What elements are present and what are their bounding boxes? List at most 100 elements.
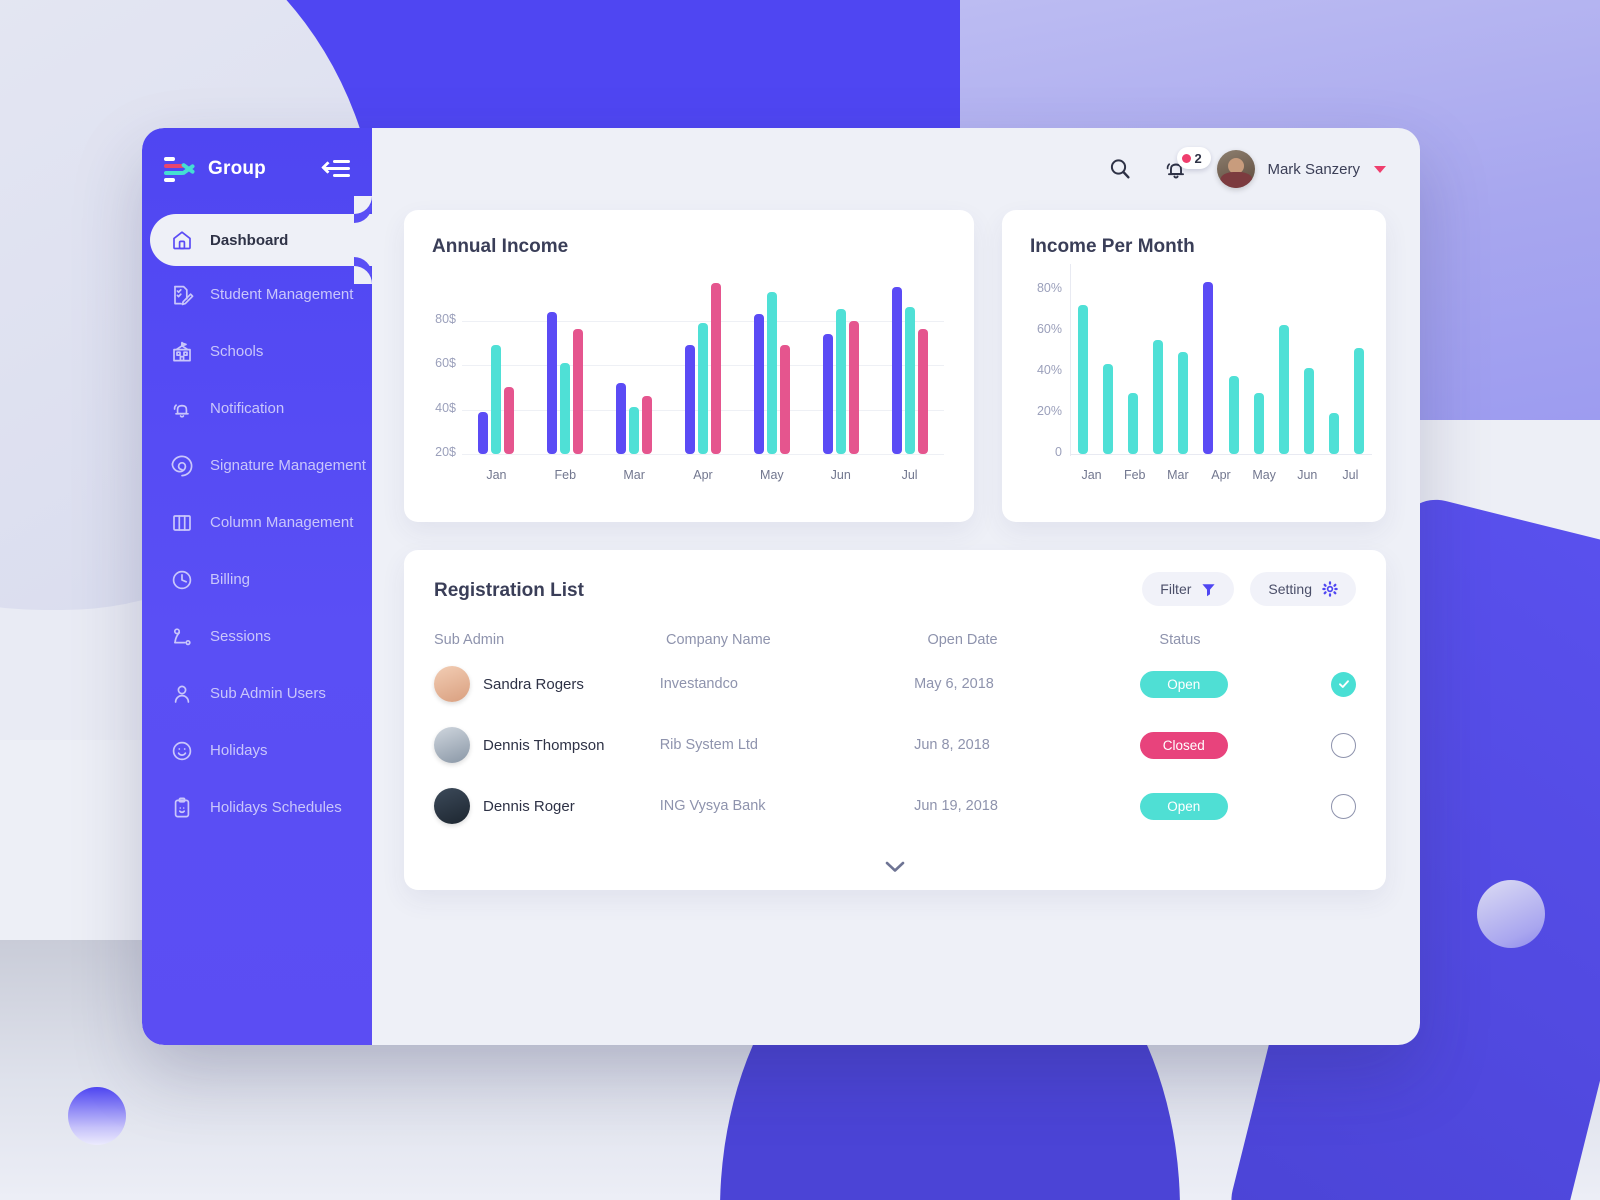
chart-bar — [1127, 392, 1138, 454]
table-row[interactable]: Dennis Thompson Rib System Ltd Jun 8, 20… — [404, 720, 1386, 770]
chart-bar — [629, 407, 640, 454]
sidebar-item-label: Student Management — [210, 286, 354, 303]
registration-list-card: Registration List Filter Setting Sub Adm… — [404, 550, 1386, 890]
sub-admin-name: Dennis Roger — [483, 797, 575, 815]
sidebar-item-billing[interactable]: Billing — [142, 551, 372, 608]
smiley-icon — [170, 739, 194, 763]
main-area: 2 Mark Sanzery Annual Income 80$ 60$ 40$ 20… — [372, 128, 1420, 1045]
user-icon — [170, 682, 194, 706]
chart-bar — [1278, 325, 1289, 454]
cell-status: Closed — [1139, 731, 1331, 759]
avatar — [434, 727, 470, 763]
table-row[interactable]: Dennis Roger ING Vysya Bank Jun 19, 2018… — [404, 781, 1386, 831]
clipboard-smiley-icon — [170, 796, 194, 820]
x-axis-tick: Feb — [1123, 468, 1146, 482]
chart-bar — [822, 333, 833, 454]
cell-open-date: May 6, 2018 — [914, 676, 994, 692]
group-logo-icon — [164, 155, 198, 183]
cell-open-date: Jun 8, 2018 — [914, 737, 990, 753]
x-axis-tick: Mar — [623, 468, 645, 482]
y-axis-tick: 40$ — [435, 400, 456, 415]
column-header-open-date: Open Date — [927, 632, 998, 648]
chart-bar — [698, 322, 708, 454]
bg-circle-medium — [1477, 880, 1545, 948]
chart-bar — [685, 344, 695, 454]
avatar — [434, 788, 470, 824]
annual-income-title: Annual Income — [432, 236, 569, 257]
sidebar-item-sessions[interactable]: Sessions — [142, 608, 372, 665]
chevron-down-icon[interactable] — [1374, 165, 1386, 173]
chart-bar — [560, 362, 571, 454]
y-axis-line — [1070, 264, 1071, 456]
bell-icon — [170, 397, 194, 421]
columns-icon — [170, 511, 194, 535]
sidebar-item-schools[interactable]: Schools — [142, 323, 372, 380]
status-badge[interactable]: Closed — [1139, 731, 1228, 759]
annual-income-chart: 80$ 60$ 40$ 20$ Jan Feb Mar Apr May Jun Jul — [404, 258, 974, 498]
sidebar-item-holidays[interactable]: Holidays — [142, 722, 372, 779]
collapse-sidebar-icon[interactable] — [321, 159, 350, 179]
x-axis-line — [1070, 454, 1372, 455]
x-axis-tick: Jan — [1081, 468, 1102, 482]
sidebar-item-label: Signature Management — [210, 457, 366, 474]
user-profile-menu[interactable]: Mark Sanzery — [1217, 150, 1386, 188]
brand-name: Group — [208, 158, 266, 179]
sidebar-item-notification[interactable]: Notification — [142, 380, 372, 437]
sidebar-item-sub-admin-users[interactable]: Sub Admin Users — [142, 665, 372, 722]
row-select-checkbox[interactable] — [1331, 793, 1357, 819]
annual-income-card: Annual Income 80$ 60$ 40$ 20$ Jan Feb Mar Apr Ma… — [404, 210, 974, 522]
y-axis-tick: 60% — [1036, 322, 1062, 337]
column-header-sub-admin: Sub Admin — [434, 632, 505, 648]
sidebar-item-label: Holidays — [210, 742, 268, 759]
bell-notification-icon[interactable]: 2 — [1161, 147, 1212, 184]
avatar — [434, 666, 470, 702]
chart-bar — [835, 309, 846, 454]
gridline — [462, 320, 944, 322]
chart-bar — [1329, 413, 1340, 454]
setting-button[interactable]: Setting — [1250, 572, 1356, 606]
cell-sub-admin: Sandra Rogers — [434, 666, 660, 702]
cell-company-name: Investandco — [659, 676, 738, 692]
cell-select — [1331, 671, 1357, 697]
expand-list-button[interactable] — [404, 860, 1386, 874]
charts-row: Annual Income 80$ 60$ 40$ 20$ Jan Feb Mar Apr Ma… — [404, 210, 1386, 522]
sidebar-item-student-management[interactable]: Student Management — [142, 266, 372, 323]
table-header: Registration List Filter Setting — [404, 550, 1386, 606]
bg-circle-small — [68, 1087, 126, 1145]
dashboard-content: Annual Income 80$ 60$ 40$ 20$ Jan Feb Mar Apr Ma… — [372, 210, 1420, 910]
cell-status: Open — [1139, 792, 1331, 820]
row-select-checkbox[interactable] — [1331, 671, 1357, 697]
sidebar-item-holidays-schedules[interactable]: Holidays Schedules — [142, 779, 372, 836]
sub-admin-name: Sandra Rogers — [483, 675, 584, 693]
income-per-month-card: Income Per Month 80% 60% 40% 20% 0 Jan Feb Mar A… — [1002, 210, 1386, 522]
x-axis-tick: Jan — [486, 468, 507, 482]
sidebar-item-signature-management[interactable]: Signature Management — [142, 437, 372, 494]
chart-bar — [1253, 392, 1264, 454]
chart-bar — [1102, 364, 1113, 454]
user-name: Mark Sanzery — [1267, 160, 1360, 178]
gear-icon — [1322, 581, 1338, 597]
filter-icon — [1202, 583, 1216, 596]
chart-bar — [753, 313, 764, 454]
status-badge[interactable]: Open — [1139, 670, 1228, 698]
table-row[interactable]: Sandra Rogers Investandco May 6, 2018 Op… — [404, 659, 1386, 709]
status-badge[interactable]: Open — [1139, 792, 1228, 820]
income-per-month-title: Income Per Month — [1030, 236, 1195, 257]
notification-badge: 2 — [1177, 147, 1212, 169]
chart-bar — [504, 387, 515, 454]
row-select-checkbox[interactable] — [1331, 732, 1357, 758]
x-axis-tick: Mar — [1167, 468, 1189, 482]
filter-button[interactable]: Filter — [1142, 572, 1235, 606]
sidebar-nav: Dashboard Student Management Schools Not… — [142, 196, 372, 836]
sidebar-item-label: Schools — [210, 343, 264, 360]
gridline — [462, 454, 944, 455]
chart-bar — [891, 287, 902, 454]
chart-bar — [711, 282, 721, 454]
y-axis-tick: 80$ — [435, 311, 456, 326]
search-icon[interactable] — [1105, 154, 1135, 184]
sidebar-item-dashboard[interactable]: Dashboard — [150, 196, 372, 284]
sidebar-item-column-management[interactable]: Column Management — [142, 494, 372, 551]
chart-bar — [917, 329, 928, 454]
chart-bar — [616, 382, 627, 454]
table-actions: Filter Setting — [1142, 550, 1356, 606]
